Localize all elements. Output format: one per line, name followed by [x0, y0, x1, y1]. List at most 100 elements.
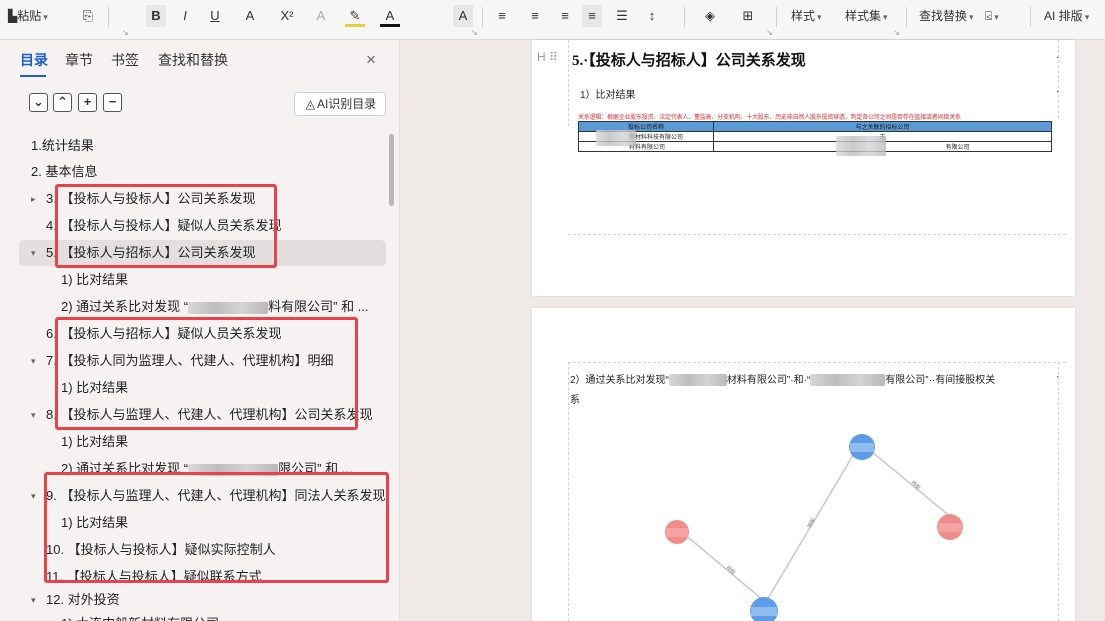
char-shading-icon[interactable]: A [453, 5, 473, 27]
edge-label: 持股 [725, 564, 737, 576]
group-expand-icon[interactable]: ↘ [766, 28, 773, 37]
ai-detect-toc-button[interactable]: ◬ AI识别目录 [294, 92, 386, 116]
scrollbar-thumb[interactable] [389, 134, 394, 206]
toc-item[interactable]: 2) 通过关系比对发现 “料有限公司” 和 ... [0, 294, 386, 320]
caret-down-icon[interactable]: ▾ [31, 348, 36, 374]
plus-icon: + [83, 94, 92, 109]
toc-item[interactable]: 1) 比对结果 [0, 429, 386, 455]
highlight-icon[interactable]: ✎ [345, 5, 365, 27]
tab-chapters[interactable]: 章节 [65, 50, 93, 70]
caret-down-icon[interactable]: ▾ [31, 240, 36, 266]
toc-item[interactable]: ▾ 8. 【投标人与监理人、代建人、代理机构】公司关系发现 [0, 402, 386, 428]
toolbar-divider [776, 7, 777, 27]
doc-paragraph: 2）通过关系比对发现“ 材料有限公司”·和·“ 有限公司”··有间接股权关 [570, 374, 996, 387]
toc-item[interactable]: 1) 大连中船新材料有限公司 [0, 611, 386, 621]
close-icon[interactable]: × [366, 50, 376, 70]
group-expand-icon[interactable]: ↘ [471, 28, 478, 37]
caret-right-icon[interactable]: ▸ [31, 186, 36, 212]
chevron-down-icon: ▾ [994, 12, 999, 22]
group-expand-icon[interactable]: ↘ [122, 28, 129, 37]
toolbar-divider [906, 7, 907, 27]
distribute-icon[interactable]: ☰ [612, 5, 632, 27]
redacted-text [810, 374, 886, 387]
heading-handle[interactable]: H ⠿ [537, 50, 558, 64]
chevron-down-icon: ▾ [883, 12, 888, 22]
redacted-text [596, 130, 636, 146]
drag-handle-icon[interactable]: ⠿ [549, 50, 558, 64]
remove-heading-button[interactable]: − [103, 93, 122, 112]
toc-item[interactable]: 1) 比对结果 [0, 267, 386, 293]
redacted-node-label [850, 443, 874, 452]
superscript-icon[interactable]: X² [277, 5, 297, 27]
relation-logic-note: 关系逻辑：根据企业股东投资、法定代表人、董监高、分支机构、十大股东、历史非自然人… [578, 115, 961, 121]
chevron-down-icon: ▾ [817, 12, 822, 22]
group-expand-icon[interactable]: ↘ [893, 28, 900, 37]
tab-find-replace[interactable]: 查找和替换 [158, 50, 228, 70]
ai-layout-button[interactable]: AI 排版 ▾ [1044, 5, 1089, 27]
toolbar-divider [684, 7, 685, 27]
redacted-text [188, 463, 279, 476]
shading-icon[interactable]: ◈ [700, 5, 720, 27]
caret-down-icon[interactable]: ▾ [31, 402, 36, 428]
toc-item[interactable]: ▾ 7. 【投标人同为监理人、代建人、代理机构】明细 [0, 348, 386, 374]
format-painter-icon[interactable]: ⎘ [78, 5, 98, 27]
expand-button[interactable]: ⌃ [53, 93, 72, 112]
collapse-all-button[interactable]: ⌄ [29, 93, 48, 112]
toc-item[interactable]: 6. 【投标人与招标人】疑似人员关系发现 [0, 321, 386, 347]
paste-button[interactable]: ▙粘贴 ▾ [8, 5, 48, 27]
align-left-icon[interactable]: ≡ [492, 5, 512, 27]
navigation-panel: 目录 章节 书签 查找和替换 × ⌄ ⌃ + − ◬ AI识别目录 1.统计结果 … [0, 40, 400, 621]
ai-icon: ◬ [305, 97, 315, 111]
table-header: 与之关联的招标公司 [713, 121, 1052, 132]
paste-icon: ▙ [8, 9, 18, 23]
margin-guide [568, 40, 569, 126]
toc-item[interactable]: 1) 比对结果 [0, 510, 386, 536]
relation-graph: 持股 持股 持股 [665, 434, 963, 621]
font-color-icon[interactable]: A [380, 5, 400, 27]
justify-icon[interactable]: ≡ [582, 5, 602, 27]
align-center-icon[interactable]: ≡ [525, 5, 545, 27]
redacted-text [668, 374, 727, 387]
add-heading-button[interactable]: + [78, 93, 97, 112]
comparison-table: 投标公司名称 与之关联的招标公司 新材料科技有限公司 无 材料有限公司 有限公司 [578, 121, 1052, 152]
toc-item[interactable]: ▾ 9. 【投标人与监理人、代建人、代理机构】同法人关系发现 [0, 483, 386, 509]
font-effect-icon[interactable]: A [311, 5, 331, 27]
bold-button[interactable]: B [146, 5, 166, 27]
toc-item-selected[interactable]: ▾ 5. 【投标人与招标人】公司关系发现 [19, 240, 386, 266]
select-button[interactable]: ⍃ ▾ [985, 5, 999, 27]
toc-item[interactable]: ▸ 3. 【投标人与投标人】公司关系发现 [0, 186, 386, 212]
redacted-text [188, 301, 269, 314]
tab-toc[interactable]: 目录 [20, 50, 48, 70]
doc-heading: 5.·【投标人与招标人】公司关系发现 [572, 53, 806, 69]
underline-button[interactable]: U [205, 5, 225, 27]
border-icon[interactable]: ⊞ [738, 5, 758, 27]
caret-down-icon[interactable]: ▾ [31, 483, 36, 509]
caret-down-icon[interactable]: ▾ [31, 587, 36, 613]
toc-item[interactable]: ▾ 12. 对外投资 [0, 587, 386, 613]
strikethrough-icon[interactable]: A [240, 5, 260, 27]
chevron-down-icon: ▾ [43, 12, 48, 22]
line-spacing-icon[interactable]: ↕ [642, 5, 662, 27]
heading-level-icon: H [537, 50, 546, 64]
toc-item[interactable]: 1.统计结果 [0, 133, 386, 159]
active-tab-indicator [20, 75, 46, 77]
italic-button[interactable]: I [175, 5, 195, 27]
style-set-dropdown[interactable]: 样式集 ▾ [845, 5, 888, 27]
select-icon: ⍃ [985, 9, 993, 23]
toc-item[interactable]: 10. 【投标人与投标人】疑似实际控制人 [0, 537, 386, 563]
find-replace-button[interactable]: 查找替换 ▾ [919, 5, 974, 27]
chevron-down-icon: ⌄ [33, 94, 44, 109]
redacted-node-label [938, 523, 962, 532]
toc-item[interactable]: 1) 比对结果 [0, 375, 386, 401]
redacted-node-label [751, 607, 777, 616]
align-right-icon[interactable]: ≡ [555, 5, 575, 27]
toc-item[interactable]: 4. 【投标人与投标人】疑似人员关系发现 [0, 213, 386, 239]
tab-bookmarks[interactable]: 书签 [111, 50, 139, 70]
toolbar-divider [108, 7, 109, 27]
redacted-text [836, 136, 886, 156]
graph-edge [682, 532, 764, 601]
toc-item[interactable]: 2. 基本信息 [0, 159, 386, 185]
document-page [532, 40, 1075, 296]
style-dropdown[interactable]: 样式 ▾ [791, 5, 822, 27]
toc-item[interactable]: 2) 通过关系比对发现 “限公司” 和 ... [0, 456, 386, 482]
